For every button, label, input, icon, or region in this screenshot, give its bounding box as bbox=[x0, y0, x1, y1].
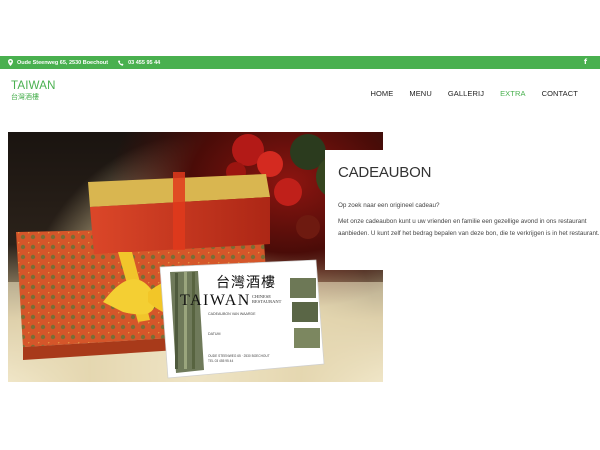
map-pin-icon bbox=[8, 59, 13, 66]
address-text: Oude Steenweg 65, 2530 Boechout bbox=[17, 59, 109, 66]
nav-contact[interactable]: CONTACT bbox=[542, 89, 578, 98]
nav-extra[interactable]: EXTRA bbox=[500, 89, 526, 98]
voucher-field-label: DATUM bbox=[208, 332, 221, 336]
address-item: Oude Steenweg 65, 2530 Boechout bbox=[8, 59, 108, 66]
intro-text: Op zoek naar een origineel cadeau? bbox=[338, 202, 440, 209]
site-header: TAIWAN 台灣酒樓 HOME MENU GALLERIJ EXTRA CON… bbox=[0, 69, 600, 115]
phone-text[interactable]: 03 455 95 44 bbox=[128, 60, 160, 66]
description-text: Met onze cadeaubon kunt u uw vrienden en… bbox=[338, 218, 600, 237]
logo-chinese-text: 台灣酒樓 bbox=[11, 92, 39, 101]
voucher-footer: OUDE STEENWEG 65 · 2530 BOECHOUT TEL 03 … bbox=[208, 354, 270, 363]
voucher-subtitle-line2: RESTAURANT bbox=[252, 299, 282, 304]
voucher-brand-text: TAIWAN bbox=[180, 292, 251, 309]
voucher-chinese-text: 台灣酒樓 bbox=[216, 275, 276, 291]
voucher-footer-line1: OUDE STEENWEG 65 · 2530 BOECHOUT bbox=[208, 354, 270, 358]
page-title: CADEAUBON bbox=[338, 164, 432, 181]
content-panel: CADEAUBON Op zoek naar een origineel cad… bbox=[325, 150, 600, 270]
logo-text: TAIWAN bbox=[11, 80, 56, 92]
phone-icon bbox=[118, 59, 124, 66]
voucher-tagline: CADEAUBON VAN WAARDE bbox=[208, 312, 256, 316]
phone-item[interactable]: 03 455 95 44 bbox=[118, 60, 160, 66]
voucher-footer-line2: TEL 03 455 95 44 bbox=[208, 358, 234, 363]
logo[interactable]: TAIWAN 台灣酒樓 bbox=[11, 80, 56, 101]
contact-bar: Oude Steenweg 65, 2530 Boechout 03 455 9… bbox=[0, 56, 600, 69]
facebook-icon[interactable]: f bbox=[584, 58, 587, 66]
main-nav: HOME MENU GALLERIJ EXTRA CONTACT bbox=[354, 89, 578, 98]
nav-gallerij[interactable]: GALLERIJ bbox=[448, 89, 484, 98]
nav-home[interactable]: HOME bbox=[370, 89, 393, 98]
voucher-subtitle: CHINESE RESTAURANT bbox=[252, 294, 281, 304]
nav-menu[interactable]: MENU bbox=[409, 89, 431, 98]
